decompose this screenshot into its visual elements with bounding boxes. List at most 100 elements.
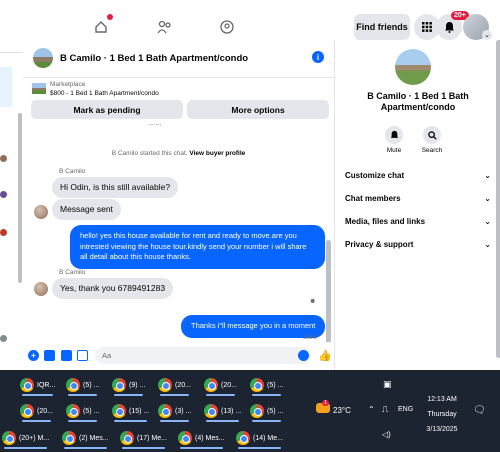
taskbar-chrome-window[interactable]: (2) Mes... <box>62 427 109 449</box>
message-bubble-outgoing[interactable]: hello! yes this house available for rent… <box>70 225 325 269</box>
notification-dot <box>107 14 113 20</box>
taskbar-chrome-window[interactable]: (5) ... <box>66 374 99 396</box>
system-message: B Camilo started this chat. View buyer p… <box>111 150 246 157</box>
chat-avatar-icon[interactable] <box>0 191 7 198</box>
volume-icon[interactable]: ◁) <box>382 430 391 439</box>
taskbar-chrome-window[interactable]: (13) ... <box>204 400 241 422</box>
search-button[interactable]: Search <box>412 126 452 154</box>
taskbar-chrome-window[interactable]: (20... <box>204 374 237 396</box>
groups-icon[interactable] <box>216 16 238 38</box>
weather-badge: 1 <box>322 400 330 406</box>
gif-icon[interactable] <box>77 350 88 361</box>
chat-avatar-icon[interactable] <box>0 229 7 236</box>
marketplace-label: Marketplace <box>50 81 86 88</box>
plus-icon[interactable]: + <box>28 350 39 361</box>
taskbar-chrome-window[interactable]: (14) Me... <box>236 427 283 449</box>
chevron-down-icon[interactable]: ⌄ <box>482 30 492 40</box>
chrome-icon <box>236 431 250 445</box>
search-icon <box>423 126 441 144</box>
sender-avatar[interactable] <box>34 205 48 219</box>
taskbar-chrome-window[interactable]: (20... <box>158 374 191 396</box>
info-icon[interactable]: i <box>312 51 324 63</box>
chat-avatar-icon[interactable] <box>0 335 7 342</box>
emoji-icon[interactable] <box>298 350 309 361</box>
chrome-icon <box>158 404 172 418</box>
sender-name: B Camilo <box>59 168 86 175</box>
details-title: B Camilo · 1 Bed 1 Bath Apartment/condo <box>367 91 469 112</box>
taskbar-chrome-window[interactable]: (9) ... <box>112 374 145 396</box>
notification-center-icon[interactable]: 🗨 <box>473 405 486 416</box>
chrome-icon <box>66 378 80 392</box>
more-options-button[interactable]: More options <box>187 100 329 119</box>
chevron-down-icon: ⌄ <box>484 240 491 249</box>
seen-avatar-icon: ☻ <box>309 298 317 305</box>
chrome-icon <box>2 431 16 445</box>
truncated-text: ... ... <box>148 120 162 127</box>
taskbar-chrome-window[interactable]: (15) ... <box>112 400 149 422</box>
chat-scrollbar[interactable] <box>326 240 331 342</box>
listing-thumbnail[interactable] <box>33 48 53 68</box>
taskbar-chrome-window[interactable]: IQR... <box>20 374 55 396</box>
chevron-up-icon[interactable]: ⌃ <box>368 405 375 414</box>
chrome-icon <box>20 404 34 418</box>
left-scrollbar[interactable] <box>18 113 22 283</box>
chrome-icon <box>250 378 264 392</box>
image-icon[interactable] <box>44 350 55 361</box>
message-composer: + Aa 👍 <box>23 342 334 370</box>
chrome-icon <box>112 378 126 392</box>
chat-title[interactable]: B Camilo · 1 Bed 1 Bath Apartment/condo <box>60 53 248 64</box>
taskbar-chrome-window[interactable]: (4) Mes... <box>178 427 225 449</box>
chrome-icon <box>66 404 80 418</box>
chat-members-row[interactable]: Chat members ⌄ <box>345 194 491 203</box>
taskbar-chrome-window[interactable]: (5) ... <box>66 400 99 422</box>
chrome-icon <box>112 404 126 418</box>
mark-as-pending-button[interactable]: Mark as pending <box>31 100 183 119</box>
chrome-icon <box>178 431 192 445</box>
listing-image[interactable] <box>32 83 46 94</box>
chrome-icon <box>204 404 218 418</box>
message-bubble-incoming[interactable]: Yes, thank you 6789491283 <box>52 278 174 299</box>
media-files-links-row[interactable]: Media, files and links ⌄ <box>345 217 491 226</box>
weather-temperature[interactable]: 23°C <box>333 406 351 415</box>
message-bubble-incoming[interactable]: Message sent <box>52 199 121 220</box>
sent-status: Sent <box>303 334 317 341</box>
mute-button[interactable]: Mute <box>374 126 414 154</box>
sender-name: B Camilo <box>59 269 86 276</box>
taskbar-chrome-window[interactable]: (3) ... <box>158 400 191 422</box>
sticker-icon[interactable] <box>61 350 72 361</box>
selected-chat-highlight[interactable] <box>0 67 12 107</box>
taskbar-chrome-window[interactable]: (5) ... <box>250 374 283 396</box>
taskbar-chrome-window[interactable]: (20+) M... <box>2 427 49 449</box>
chrome-icon <box>62 431 76 445</box>
taskbar-chrome-window[interactable]: (17) Me... <box>120 427 167 449</box>
details-scrollbar[interactable] <box>496 40 500 358</box>
customize-chat-row[interactable]: Customize chat ⌄ <box>345 171 491 180</box>
listing-avatar[interactable] <box>395 49 431 85</box>
system-clock[interactable]: 12:13 AM Thursday 3/13/2025 <box>412 392 472 437</box>
chrome-icon <box>158 378 172 392</box>
network-icon[interactable]: ⎍ <box>382 404 388 415</box>
sender-avatar[interactable] <box>34 282 48 296</box>
find-friends-button[interactable]: Find friends <box>354 14 410 40</box>
chevron-down-icon: ⌄ <box>484 194 491 203</box>
view-buyer-profile-link[interactable]: View buyer profile <box>189 150 245 157</box>
chevron-down-icon: ⌄ <box>484 171 491 180</box>
thumbs-up-icon[interactable]: 👍 <box>318 349 332 362</box>
taskbar-chrome-window[interactable]: (20... <box>20 400 53 422</box>
taskbar-chrome-window[interactable]: (5) ... <box>250 400 283 422</box>
chat-details-panel: B Camilo · 1 Bed 1 Bath Apartment/condo … <box>334 40 500 370</box>
privacy-support-row[interactable]: Privacy & support ⌄ <box>345 240 491 249</box>
language-indicator[interactable]: ENG <box>398 406 413 413</box>
home-icon[interactable] <box>90 14 113 38</box>
bell-icon <box>385 126 403 144</box>
message-bubble-incoming[interactable]: Hi Odin, is this still available? <box>52 177 179 198</box>
friends-icon[interactable] <box>153 16 175 38</box>
camera-icon[interactable]: ▣ <box>383 379 392 390</box>
chevron-down-icon: ⌄ <box>484 217 491 226</box>
message-input[interactable]: Aa <box>95 347 311 364</box>
chat-avatar-icon[interactable] <box>0 155 7 162</box>
chat-conversation: B Camilo · 1 Bed 1 Bath Apartment/condo … <box>23 40 334 370</box>
left-chat-list-strip <box>0 53 22 368</box>
listing-price-title[interactable]: $800 - 1 Bed 1 Bath Apartment/condo <box>50 90 159 97</box>
chrome-icon <box>250 404 264 418</box>
